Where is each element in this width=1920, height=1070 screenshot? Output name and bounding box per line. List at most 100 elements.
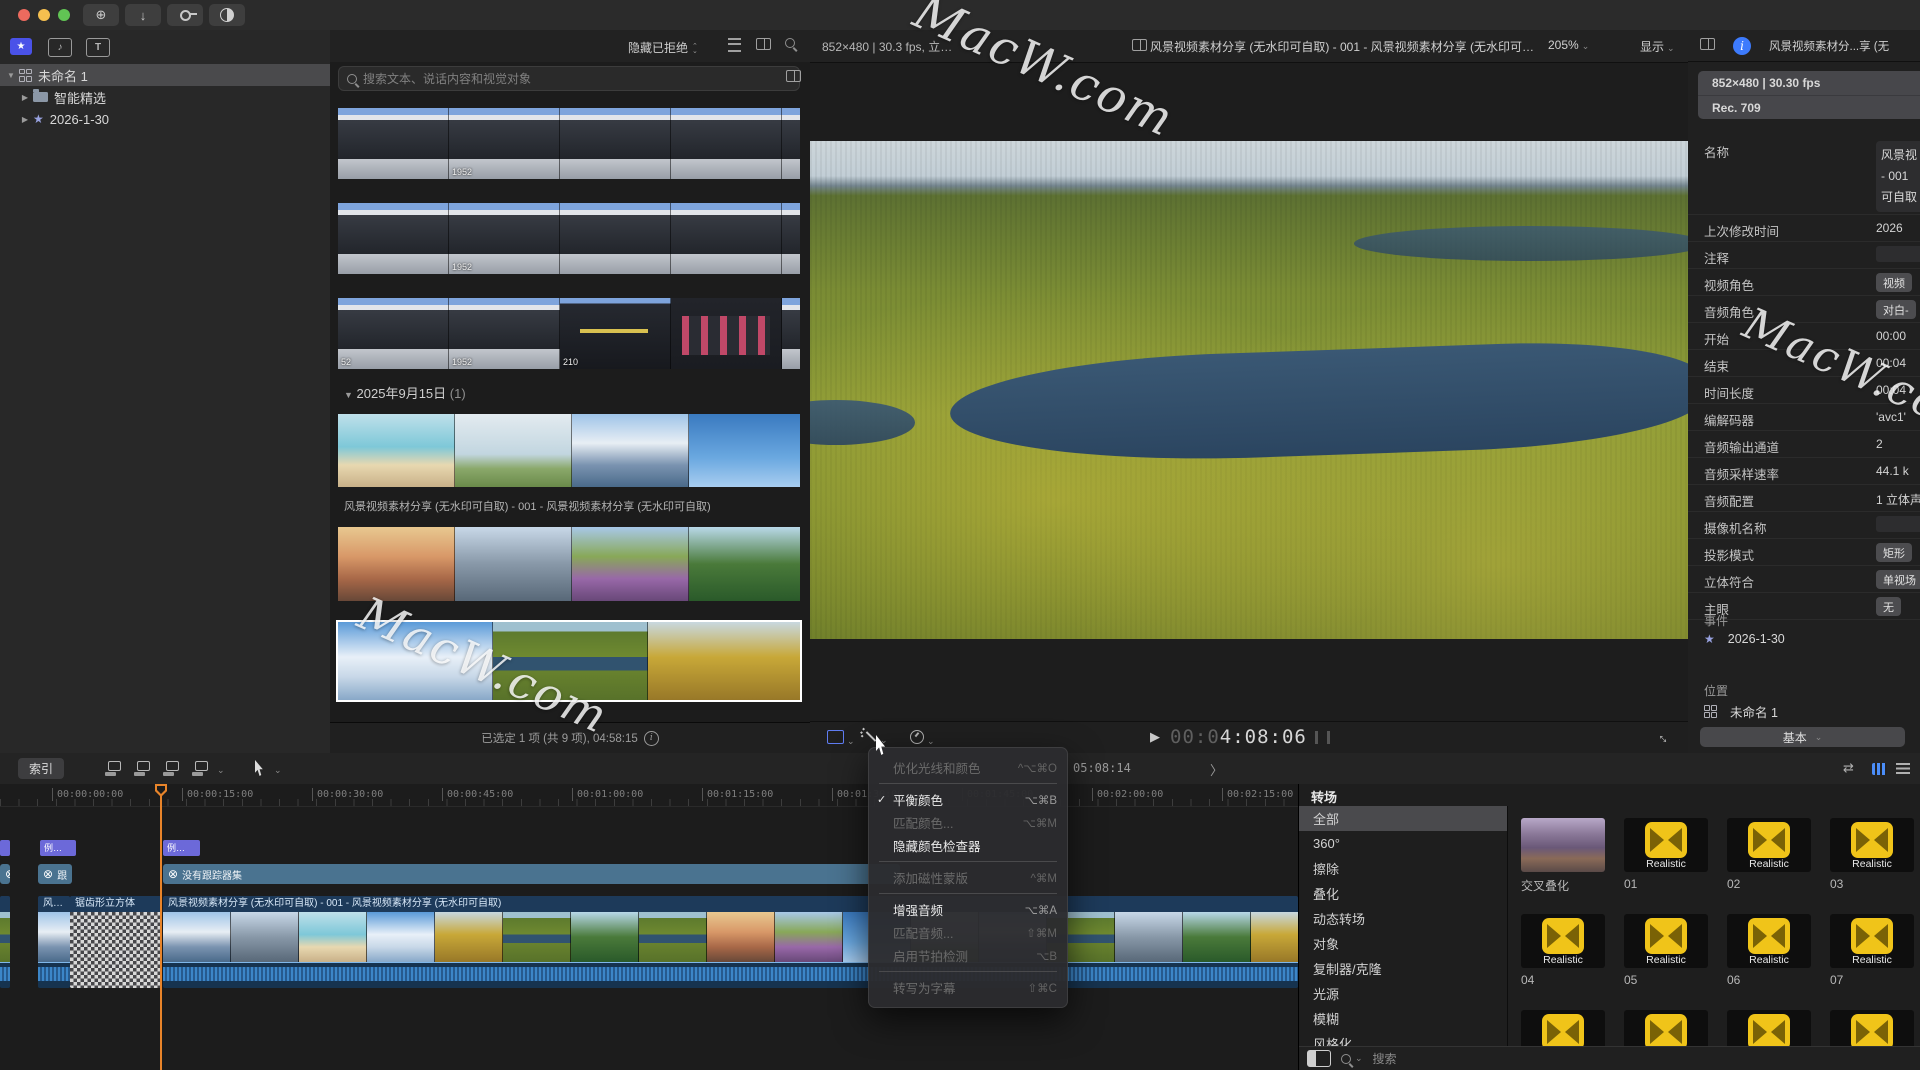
metadata-view-button[interactable]: 基本⌄: [1700, 727, 1905, 747]
list-view-button[interactable]: [728, 38, 741, 55]
transition-category-4[interactable]: 动态转场: [1299, 906, 1507, 931]
menu-item-8[interactable]: 增强音频⌥⌘A: [869, 898, 1067, 921]
zoom-fit-icon[interactable]: ⇄: [1843, 760, 1854, 776]
clip-thumbnail[interactable]: [338, 203, 449, 274]
transition-category-0[interactable]: 全部: [1299, 806, 1507, 831]
clip-filmstrip-row[interactable]: 1952: [338, 203, 800, 274]
transition-item[interactable]: Realistic04: [1521, 914, 1605, 987]
close-window-button[interactable]: [18, 9, 30, 21]
connect-edit-button[interactable]: [105, 761, 122, 776]
clip-thumbnail[interactable]: [572, 414, 689, 487]
clip-thumbnail[interactable]: [455, 414, 572, 487]
timeline-clip[interactable]: 风景视频素材分享 (无水印可自取) - 001 - 风景视频素材分享 (无水印可…: [163, 896, 1298, 988]
sidebar-item-1[interactable]: ▶智能精选: [0, 86, 330, 108]
clip-thumbnail[interactable]: [455, 527, 572, 601]
clip-appearance-icon[interactable]: [1872, 763, 1887, 775]
transition-item[interactable]: Realistic01: [1624, 818, 1708, 891]
timeline-clip[interactable]: 锯齿形立方体: [70, 896, 161, 988]
info-inspector-tab[interactable]: i: [1733, 37, 1751, 55]
clip-filmstrip-row[interactable]: [338, 527, 800, 601]
clip-thumbnail[interactable]: [338, 414, 455, 487]
next-chevron-icon[interactable]: 〉: [1210, 760, 1223, 779]
clip-thumbnail[interactable]: [493, 622, 648, 700]
inspector-name-value[interactable]: 风景视 - 001 可自取: [1876, 141, 1920, 212]
connected-title-clip[interactable]: 例…: [40, 840, 76, 856]
disclosure-triangle-icon[interactable]: ▼: [6, 71, 16, 80]
transitions-search-input[interactable]: 搜索: [1373, 1050, 1397, 1067]
date-group-header[interactable]: ▼ 2025年9月15日 (1): [344, 383, 466, 402]
transition-item[interactable]: Realistic03: [1830, 818, 1914, 891]
sidebar-toggle-icon[interactable]: [1307, 1050, 1331, 1067]
transition-thumbnail[interactable]: Realistic: [1521, 914, 1605, 968]
close-circle-icon[interactable]: ⊗: [43, 868, 53, 880]
close-circle-icon[interactable]: ⊗: [5, 868, 10, 880]
transition-category-7[interactable]: 光源: [1299, 981, 1507, 1006]
append-edit-button[interactable]: [163, 761, 180, 776]
browser-search-button[interactable]: [785, 37, 795, 51]
fullscreen-button[interactable]: ↔: [1658, 729, 1672, 747]
clip-thumbnail[interactable]: 52: [338, 298, 449, 369]
transition-category-3[interactable]: 叠化: [1299, 881, 1507, 906]
transition-item[interactable]: Realistic07: [1830, 914, 1914, 987]
timeline-clip[interactable]: 风…: [38, 896, 70, 988]
transition-category-5[interactable]: 对象: [1299, 931, 1507, 956]
zoom-level-dropdown[interactable]: 205%⌄: [1548, 38, 1589, 52]
event-row[interactable]: ★ 2026-1-30: [1704, 632, 1785, 646]
zoom-window-button[interactable]: [58, 9, 70, 21]
transition-thumbnail[interactable]: Realistic: [1624, 914, 1708, 968]
clip-thumbnail[interactable]: [671, 203, 782, 274]
menu-item-2[interactable]: ✓平衡颜色⌥⌘B: [869, 788, 1067, 811]
timeline-settings-icon[interactable]: [1896, 763, 1910, 774]
clip-thumbnail[interactable]: [338, 108, 449, 179]
tracker-banner[interactable]: ⊗: [0, 864, 10, 884]
inspector-row-badge[interactable]: 对白-: [1876, 300, 1916, 319]
transition-thumbnail[interactable]: Realistic: [1830, 914, 1914, 968]
view-options-dropdown[interactable]: 显示⌄: [1640, 38, 1675, 55]
clip-thumbnail[interactable]: 210: [560, 298, 671, 369]
clip-thumbnail[interactable]: 1952: [449, 298, 560, 369]
download-button[interactable]: ↓: [125, 4, 161, 26]
clip-thumbnail[interactable]: [689, 414, 800, 487]
clip-thumbnail[interactable]: [560, 203, 671, 274]
play-button[interactable]: ▶: [1150, 729, 1160, 745]
inspector-row-badge[interactable]: 矩形: [1876, 543, 1912, 562]
timeline-ruler[interactable]: 00:00:00:0000:00:15:0000:00:30:0000:00:4…: [0, 784, 1298, 807]
clip-filmstrip-row[interactable]: 521952210: [338, 298, 800, 369]
disclosure-triangle-icon[interactable]: ▶: [20, 93, 30, 102]
browser-search-input[interactable]: 搜索文本、说话内容和视觉对象: [338, 66, 800, 91]
tracker-banner[interactable]: ⊗没有跟踪器集: [163, 864, 900, 884]
transition-category-6[interactable]: 复制器/克隆: [1299, 956, 1507, 981]
transition-category-2[interactable]: 擦除: [1299, 856, 1507, 881]
clip-thumbnail[interactable]: [689, 527, 800, 601]
clip-thumbnail[interactable]: [560, 108, 671, 179]
connected-title-clip[interactable]: [0, 840, 10, 856]
clip-thumbnail[interactable]: [782, 298, 800, 369]
clip-filmstrip-row[interactable]: [338, 622, 800, 700]
tracker-banner[interactable]: ⊗跟: [38, 864, 72, 884]
transition-thumbnail[interactable]: Realistic: [1624, 818, 1708, 872]
inspector-row-field[interactable]: [1876, 516, 1920, 532]
transition-thumbnail[interactable]: [1521, 818, 1605, 872]
minimize-window-button[interactable]: [38, 9, 50, 21]
clip-thumbnail[interactable]: 1952: [449, 203, 560, 274]
timeline-index-button[interactable]: 索引: [18, 758, 64, 779]
tab-titles[interactable]: T: [86, 38, 110, 57]
tool-chevron-icon[interactable]: ⌄: [274, 765, 282, 776]
inspector-row-field[interactable]: [1876, 246, 1920, 262]
transition-item[interactable]: Realistic05: [1624, 914, 1708, 987]
clip-thumbnail[interactable]: [782, 203, 800, 274]
transition-thumbnail[interactable]: Realistic: [1830, 818, 1914, 872]
select-tool-button[interactable]: [255, 760, 267, 776]
filter-rejected-dropdown[interactable]: 隐藏已拒绝⌃⌄: [628, 39, 698, 56]
video-canvas[interactable]: [810, 141, 1688, 639]
transition-item[interactable]: 交叉叠化: [1521, 818, 1605, 894]
clip-thumbnail[interactable]: 1952: [449, 108, 560, 179]
close-circle-icon[interactable]: ⊗: [168, 868, 178, 880]
audio-meters-button[interactable]: [1315, 731, 1330, 749]
background-tasks-button[interactable]: [209, 4, 245, 26]
tab-sound-effects[interactable]: ♪: [48, 38, 72, 57]
disclosure-triangle-icon[interactable]: ▶: [20, 115, 30, 124]
sidebar-item-2[interactable]: ▶★2026-1-30: [0, 108, 330, 130]
clip-appearance-button[interactable]: [786, 70, 801, 85]
tab-media[interactable]: ★: [10, 38, 32, 55]
